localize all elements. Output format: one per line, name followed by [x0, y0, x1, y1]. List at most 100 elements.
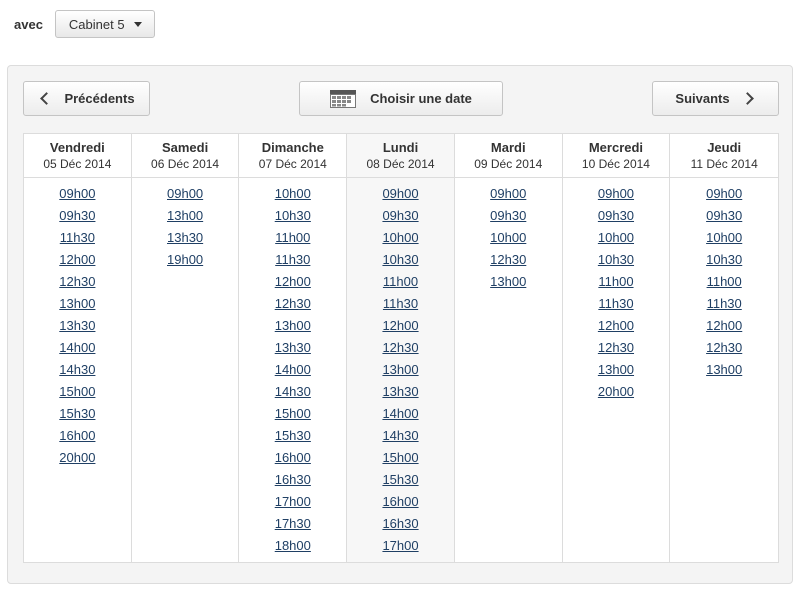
time-slot-link[interactable]: 19h00	[132, 249, 239, 271]
time-slot-link[interactable]: 10h00	[670, 227, 778, 249]
cabinet-select-value: Cabinet 5	[68, 16, 125, 32]
day-date: 05 Déc 2014	[43, 157, 112, 171]
time-slot-link[interactable]: 11h30	[239, 249, 346, 271]
time-slot-link[interactable]: 12h30	[239, 293, 346, 315]
time-slot-link[interactable]: 16h00	[347, 491, 454, 513]
time-slot-link[interactable]: 09h30	[455, 205, 562, 227]
time-slot-link[interactable]: 12h00	[24, 249, 131, 271]
time-slot-link[interactable]: 09h30	[670, 205, 778, 227]
time-slot-link[interactable]: 12h30	[563, 337, 670, 359]
time-slot-link[interactable]: 10h00	[563, 227, 670, 249]
time-slot-link[interactable]: 09h00	[563, 183, 670, 205]
time-slot-link[interactable]: 13h30	[24, 315, 131, 337]
time-slot-link[interactable]: 13h30	[132, 227, 239, 249]
time-slot-link[interactable]: 09h30	[563, 205, 670, 227]
choose-date-button[interactable]: Choisir une date	[299, 81, 503, 116]
time-slot-link[interactable]: 10h30	[239, 205, 346, 227]
day-name: Jeudi	[707, 140, 742, 155]
time-slot-link[interactable]: 11h30	[670, 293, 778, 315]
time-slot-link[interactable]: 12h00	[563, 315, 670, 337]
time-slot-link[interactable]: 12h30	[670, 337, 778, 359]
time-slot-link[interactable]: 16h30	[239, 469, 346, 491]
time-slot-link[interactable]: 15h30	[347, 469, 454, 491]
day-column: Dimanche 07 Déc 2014 10h00 10h30 11h00 11h3…	[239, 134, 348, 562]
time-slot-link[interactable]: 13h00	[347, 359, 454, 381]
time-slot-link[interactable]: 10h00	[455, 227, 562, 249]
time-slot-link[interactable]: 17h00	[239, 491, 346, 513]
time-slot-link[interactable]: 14h30	[24, 359, 131, 381]
time-slot-link[interactable]: 09h00	[24, 183, 131, 205]
time-slot-link[interactable]: 12h00	[347, 315, 454, 337]
time-slot-link[interactable]: 09h00	[132, 183, 239, 205]
day-column: Lundi 08 Déc 2014 09h00 09h30 10h00 10h30 11…	[347, 134, 455, 562]
time-slot-link[interactable]: 13h00	[239, 315, 346, 337]
time-slot-link[interactable]: 09h00	[670, 183, 778, 205]
time-slot-link[interactable]: 13h30	[239, 337, 346, 359]
time-slot-link[interactable]: 13h00	[24, 293, 131, 315]
availability-panel: Précédents Choisir une date Suivants Ven…	[7, 65, 793, 584]
slot-list: 10h00 10h30 11h00 11h30 12h00 12h30 13h00 13h30…	[239, 178, 346, 557]
time-slot-link[interactable]: 09h30	[24, 205, 131, 227]
time-slot-link[interactable]: 11h30	[347, 293, 454, 315]
time-slot-link[interactable]: 15h00	[347, 447, 454, 469]
time-slot-link[interactable]: 10h30	[347, 249, 454, 271]
time-slot-link[interactable]: 11h30	[563, 293, 670, 315]
time-slot-link[interactable]: 13h30	[347, 381, 454, 403]
day-date: 07 Déc 2014	[258, 157, 327, 171]
time-slot-link[interactable]: 15h00	[239, 403, 346, 425]
time-slot-link[interactable]: 20h00	[563, 381, 670, 403]
day-header: Vendredi 05 Déc 2014	[24, 134, 131, 178]
time-slot-link[interactable]: 12h00	[670, 315, 778, 337]
time-slot-link[interactable]: 11h00	[563, 271, 670, 293]
time-slot-link[interactable]: 13h00	[132, 205, 239, 227]
next-button[interactable]: Suivants	[652, 81, 779, 116]
time-slot-link[interactable]: 15h00	[24, 381, 131, 403]
time-slot-link[interactable]: 12h00	[239, 271, 346, 293]
time-slot-link[interactable]: 17h00	[347, 535, 454, 557]
slot-list: 09h00 09h30 10h00 10h30 11h00 11h30 12h00 12h30…	[563, 178, 670, 403]
time-slot-link[interactable]: 12h30	[455, 249, 562, 271]
time-slot-link[interactable]: 13h00	[563, 359, 670, 381]
time-slot-link[interactable]: 14h00	[347, 403, 454, 425]
time-slot-link[interactable]: 10h00	[347, 227, 454, 249]
time-slot-link[interactable]: 12h30	[347, 337, 454, 359]
time-slot-link[interactable]: 14h00	[24, 337, 131, 359]
day-date: 08 Déc 2014	[366, 157, 435, 171]
time-slot-link[interactable]: 11h00	[239, 227, 346, 249]
day-name: Vendredi	[49, 140, 105, 155]
day-header: Mardi 09 Déc 2014	[454, 134, 562, 178]
time-slot-link[interactable]: 17h30	[239, 513, 346, 535]
chevron-left-icon	[40, 92, 54, 105]
time-slot-link[interactable]: 09h30	[347, 205, 454, 227]
time-slot-link[interactable]: 18h00	[239, 535, 346, 557]
time-slot-link[interactable]: 13h00	[670, 359, 778, 381]
slot-list: 09h00 09h30 11h30 12h00 12h30 13h00 13h30 14h00…	[24, 178, 131, 469]
cabinet-select[interactable]: Cabinet 5	[54, 10, 155, 38]
time-slot-link[interactable]: 20h00	[24, 447, 131, 469]
time-slot-link[interactable]: 15h30	[239, 425, 346, 447]
time-slot-link[interactable]: 16h30	[347, 513, 454, 535]
time-slot-link[interactable]: 09h00	[347, 183, 454, 205]
day-column: Mardi 09 Déc 2014 09h00 09h30 10h00 12h30 13…	[454, 134, 563, 562]
time-slot-link[interactable]: 09h00	[455, 183, 562, 205]
time-slot-link[interactable]: 14h30	[347, 425, 454, 447]
time-slot-link[interactable]: 10h30	[670, 249, 778, 271]
caret-down-icon	[133, 21, 142, 27]
time-slot-link[interactable]: 10h00	[239, 183, 346, 205]
previous-button[interactable]: Précédents	[23, 81, 150, 116]
time-slot-link[interactable]: 11h00	[670, 271, 778, 293]
day-header: Dimanche 07 Déc 2014	[239, 134, 347, 178]
time-slot-link[interactable]: 11h30	[24, 227, 131, 249]
time-slot-link[interactable]: 14h00	[239, 359, 346, 381]
availability-grid: Vendredi 05 Déc 2014 09h00 09h30 11h30 12h0…	[23, 133, 779, 563]
time-slot-link[interactable]: 16h00	[239, 447, 346, 469]
time-slot-link[interactable]: 16h00	[24, 425, 131, 447]
time-slot-link[interactable]: 15h30	[24, 403, 131, 425]
time-slot-link[interactable]: 12h30	[24, 271, 131, 293]
time-slot-link[interactable]: 14h30	[239, 381, 346, 403]
time-slot-link[interactable]: 13h00	[455, 271, 562, 293]
practitioner-filter: avec Cabinet 5	[14, 9, 155, 39]
time-slot-link[interactable]: 10h30	[563, 249, 670, 271]
day-column: Vendredi 05 Déc 2014 09h00 09h30 11h30 12h0…	[24, 134, 132, 562]
time-slot-link[interactable]: 11h00	[347, 271, 454, 293]
